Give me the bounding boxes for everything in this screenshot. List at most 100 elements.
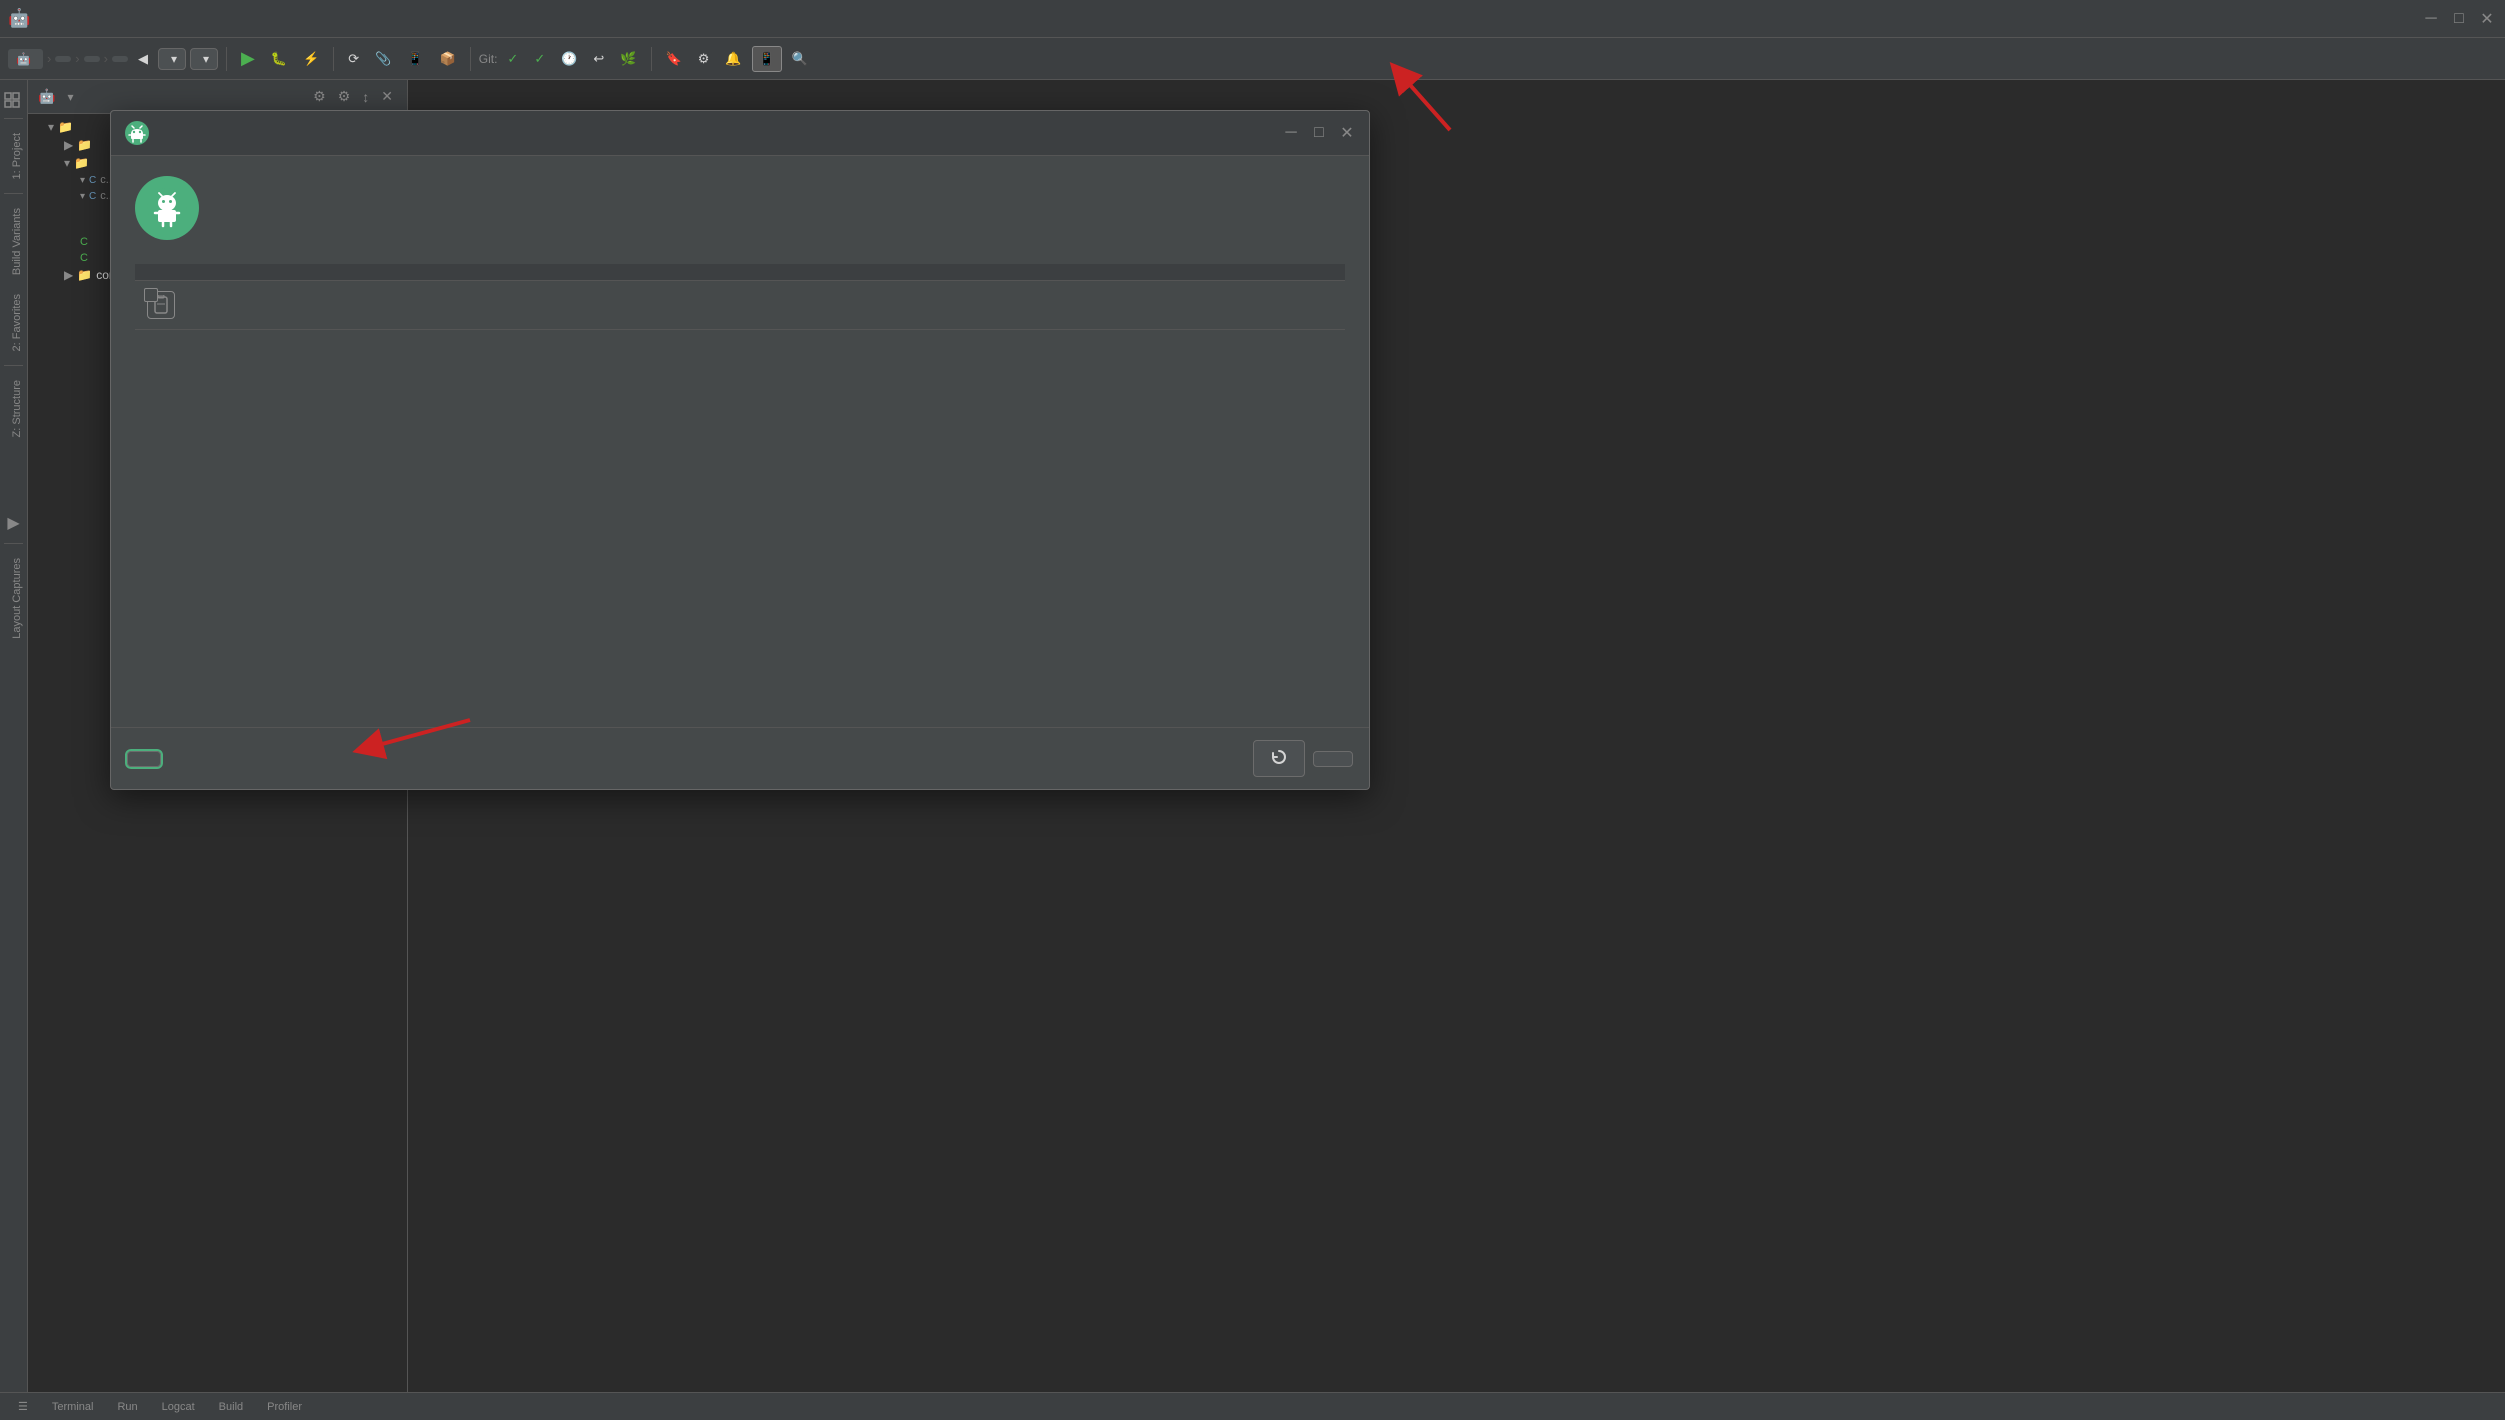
register-activity-icon: C xyxy=(80,236,88,248)
menu-window[interactable] xyxy=(238,15,254,23)
android-dropdown-arrow[interactable]: ▾ xyxy=(67,90,73,104)
git-label: Git: xyxy=(479,52,498,66)
panel-cog-btn[interactable]: ⚙ xyxy=(309,86,330,107)
arrow-down-icon: ▾ xyxy=(48,120,54,134)
android-test-folder-icon: 📁 xyxy=(77,268,92,282)
bottom-tab-profiler[interactable]: Profiler xyxy=(257,1397,312,1417)
run-btn[interactable]: ▶ xyxy=(235,44,261,73)
module-selector[interactable] xyxy=(55,56,71,62)
menu-help[interactable] xyxy=(256,15,272,23)
sdk-dropdown[interactable]: ▾ xyxy=(190,48,218,70)
teamwork-activity-icon: C xyxy=(80,252,88,264)
bottom-tab-build[interactable]: Build xyxy=(209,1397,253,1417)
sidebar-tab-structure[interactable]: Z: Structure xyxy=(0,372,27,445)
avd-table: ▶ ✏ ▾ xyxy=(135,264,1345,707)
profile-btn[interactable]: ⚡ xyxy=(297,47,325,71)
minimize-window-btn[interactable]: ─ xyxy=(2421,9,2441,29)
avd-manager-btn[interactable]: 📱 xyxy=(401,47,429,71)
git-update-btn[interactable]: 🕐 xyxy=(555,47,583,71)
app-icon: 🤖 xyxy=(8,8,30,29)
avd-content: ▶ ✏ ▾ xyxy=(111,156,1369,727)
create-virtual-device-btn[interactable] xyxy=(127,751,161,767)
window-controls: ─ □ ✕ xyxy=(2421,9,2497,29)
settings-btn[interactable]: ⚙ xyxy=(692,47,716,71)
java-folder-icon: 📁 xyxy=(74,156,89,170)
app-module-dropdown[interactable]: ▾ xyxy=(158,48,186,70)
bottom-tab-terminal[interactable]: Terminal xyxy=(42,1397,104,1417)
sidebar-divider-3 xyxy=(4,365,23,366)
git-push-btn[interactable]: ✓ xyxy=(528,47,551,71)
sidebar-tab-build-variants[interactable]: Build Variants xyxy=(0,200,27,283)
bookmark-btn[interactable]: 🔖 xyxy=(660,47,688,71)
menu-run[interactable] xyxy=(184,15,200,23)
menu-analyze[interactable] xyxy=(130,15,146,23)
sidebar-tab-layout-captures[interactable]: Layout Captures xyxy=(0,550,27,647)
menu-vcs[interactable] xyxy=(220,15,236,23)
arrow-right-icon: ▶ xyxy=(64,138,73,152)
menu-edit[interactable] xyxy=(58,15,74,23)
panel-action-buttons: ⚙ ⚙ ↕ ✕ xyxy=(309,86,397,107)
toolbar-separator-4 xyxy=(651,47,652,71)
bottom-tab-run[interactable]: Run xyxy=(107,1397,147,1417)
project-panel-header: 🤖 ▾ ⚙ ⚙ ↕ ✕ xyxy=(28,80,407,114)
dialog-minimize-btn[interactable]: ─ xyxy=(1281,123,1301,143)
folder-icon: 📁 xyxy=(58,120,73,134)
attach-btn[interactable]: 📎 xyxy=(369,47,397,71)
git-branches-btn[interactable]: 🌿 xyxy=(614,47,642,71)
sdk-manager-btn[interactable]: 📦 xyxy=(434,47,462,71)
android-test-arrow: ▶ xyxy=(64,268,73,282)
avd-header xyxy=(135,176,1345,240)
java-c1-arrow: ▾ xyxy=(80,175,85,186)
menu-file[interactable] xyxy=(40,15,56,23)
dialog-window-buttons: ─ □ ✕ xyxy=(1281,123,1357,143)
toolbar-separator-1 xyxy=(226,47,227,71)
menu-refactor[interactable] xyxy=(148,15,164,23)
table-body: ▶ ✏ ▾ xyxy=(135,281,1345,707)
sidebar-divider-2 xyxy=(4,193,23,194)
sync-btn[interactable]: ⟳ xyxy=(342,47,365,71)
viewmodel-selector[interactable] xyxy=(112,56,128,62)
bottom-tab-logcat[interactable]: Logcat xyxy=(152,1397,205,1417)
git-undo-btn[interactable]: ↩ xyxy=(587,47,610,71)
refresh-btn[interactable] xyxy=(1253,740,1305,777)
sidebar-tab-favorites[interactable]: 2: Favorites xyxy=(0,286,27,359)
bottom-tabs-bar: ☰ Terminal Run Logcat Build Profiler xyxy=(0,1392,2505,1420)
java-c2-icon: C xyxy=(89,191,96,202)
main-toolbar: 🤖 › › › ◀ ▾ ▾ ▶ 🐛 ⚡ ⟳ 📎 📱 📦 Git: ✓ ✓ 🕐 ↩… xyxy=(0,38,2505,80)
java-arrow-icon: ▾ xyxy=(64,156,70,170)
menu-view[interactable] xyxy=(76,15,92,23)
menu-bar: 🤖 xyxy=(8,8,272,29)
resource-manager-tab-icon[interactable] xyxy=(0,88,24,112)
sidebar-divider-1 xyxy=(4,118,23,119)
git-commit-btn[interactable]: ✓ xyxy=(501,47,524,71)
back-btn[interactable]: ◀ xyxy=(132,47,154,71)
toolbar-separator-3 xyxy=(470,47,471,71)
expand-collapse-btn[interactable]: ▶ xyxy=(0,509,27,537)
title-bar: 🤖 ─ □ ✕ xyxy=(0,0,2505,38)
dialog-close-btn[interactable]: ✕ xyxy=(1337,123,1357,143)
panel-sync-btn[interactable]: ↕ xyxy=(358,86,373,107)
manifests-folder-icon: 📁 xyxy=(77,138,92,152)
notifications-btn[interactable]: 🔔 xyxy=(719,47,747,71)
panel-close-btn[interactable]: ✕ xyxy=(377,86,397,107)
menu-navigate[interactable] xyxy=(94,15,110,23)
left-sidebar: 1: Project Build Variants 2: Favorites Z… xyxy=(0,80,28,1420)
device-manager-toolbar-btn[interactable]: 📱 xyxy=(752,46,782,72)
menu-code[interactable] xyxy=(112,15,128,23)
panel-gear-btn[interactable]: ⚙ xyxy=(334,86,355,107)
bottom-tab-1[interactable]: ☰ xyxy=(8,1396,38,1417)
close-window-btn[interactable]: ✕ xyxy=(2477,9,2497,29)
download-module-selector[interactable] xyxy=(84,56,100,62)
search-everywhere-btn[interactable]: 🔍 xyxy=(786,47,814,71)
sidebar-tab-project[interactable]: 1: Project xyxy=(0,125,27,187)
menu-tools[interactable] xyxy=(202,15,218,23)
avd-footer xyxy=(111,727,1369,789)
table-header xyxy=(135,264,1345,281)
help-btn[interactable] xyxy=(1313,751,1353,767)
maximize-window-btn[interactable]: □ xyxy=(2449,9,2469,29)
dialog-maximize-btn[interactable]: □ xyxy=(1309,123,1329,143)
debug-btn[interactable]: 🐛 xyxy=(265,47,293,71)
device-copy-indicator xyxy=(144,288,158,302)
project-selector[interactable]: 🤖 xyxy=(8,49,43,69)
menu-build[interactable] xyxy=(166,15,182,23)
